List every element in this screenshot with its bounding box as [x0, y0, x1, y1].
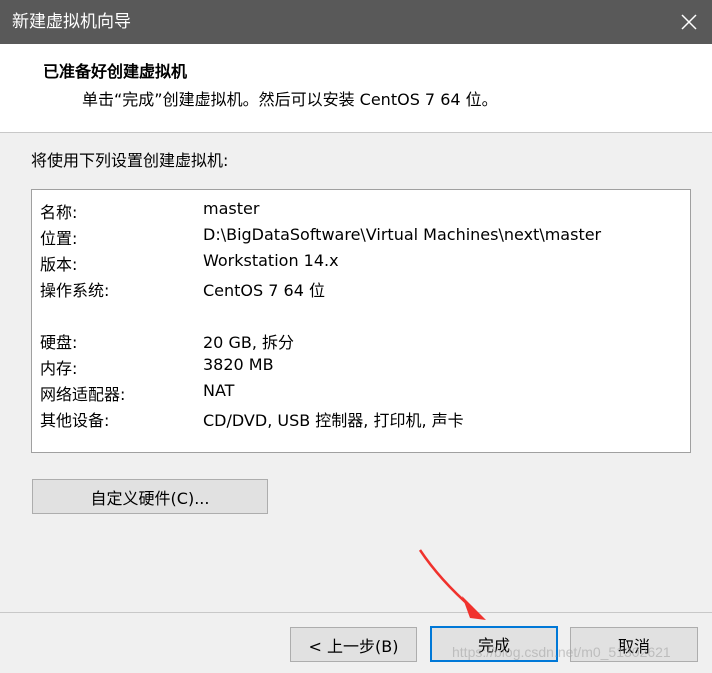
summary-value: 20 GB, 拆分: [203, 333, 294, 352]
header-subtitle: 单击“完成”创建虚拟机。然后可以安装 CentOS 7 64 位。: [82, 90, 498, 109]
back-button[interactable]: < 上一步(B): [290, 627, 417, 662]
summary-row-memory: 内存: 3820 MB: [32, 351, 690, 378]
summary-key: 其他设备:: [40, 411, 110, 430]
summary-row-network: 网络适配器: NAT: [32, 377, 690, 404]
summary-value: D:\BigDataSoftware\Virtual Machines\next…: [203, 225, 602, 244]
arrow-shaft: [418, 549, 473, 609]
close-button[interactable]: [666, 0, 712, 44]
title-bar: 新建虚拟机向导: [0, 0, 712, 44]
summary-value: CentOS 7 64 位: [203, 281, 325, 300]
arrow-head: [462, 596, 486, 620]
summary-key: 位置:: [40, 229, 78, 248]
summary-key: 网络适配器:: [40, 385, 126, 404]
summary-key: 版本:: [40, 255, 78, 274]
summary-row-version: 版本: Workstation 14.x: [32, 247, 690, 274]
summary-value: master: [203, 199, 260, 218]
summary-key: 硬盘:: [40, 333, 78, 352]
window-title: 新建虚拟机向导: [12, 12, 131, 32]
summary-key: 内存:: [40, 359, 78, 378]
summary-value: Workstation 14.x: [203, 251, 339, 270]
summary-key: 名称:: [40, 203, 78, 222]
summary-row-location: 位置: D:\BigDataSoftware\Virtual Machines\…: [32, 221, 690, 248]
settings-intro: 将使用下列设置创建虚拟机:: [31, 151, 229, 170]
wizard-header: 已准备好创建虚拟机 单击“完成”创建虚拟机。然后可以安装 CentOS 7 64…: [0, 44, 712, 133]
summary-row-name: 名称: master: [32, 195, 690, 222]
summary-value: 3820 MB: [203, 355, 274, 374]
close-icon: [681, 14, 697, 30]
summary-value: CD/DVD, USB 控制器, 打印机, 声卡: [203, 411, 464, 430]
settings-summary: 名称: master 位置: D:\BigDataSoftware\Virtua…: [31, 189, 691, 453]
summary-row-devices: 其他设备: CD/DVD, USB 控制器, 打印机, 声卡: [32, 403, 690, 430]
summary-row-os: 操作系统: CentOS 7 64 位: [32, 273, 690, 300]
watermark: https://blog.csdn.net/m0_51302621: [452, 644, 671, 660]
summary-row-disk: 硬盘: 20 GB, 拆分: [32, 325, 690, 352]
summary-value: NAT: [203, 381, 235, 400]
summary-key: 操作系统:: [40, 281, 110, 300]
footer-divider: [0, 612, 712, 613]
customize-hardware-button[interactable]: 自定义硬件(C)...: [32, 479, 268, 514]
header-title: 已准备好创建虚拟机: [43, 62, 188, 81]
